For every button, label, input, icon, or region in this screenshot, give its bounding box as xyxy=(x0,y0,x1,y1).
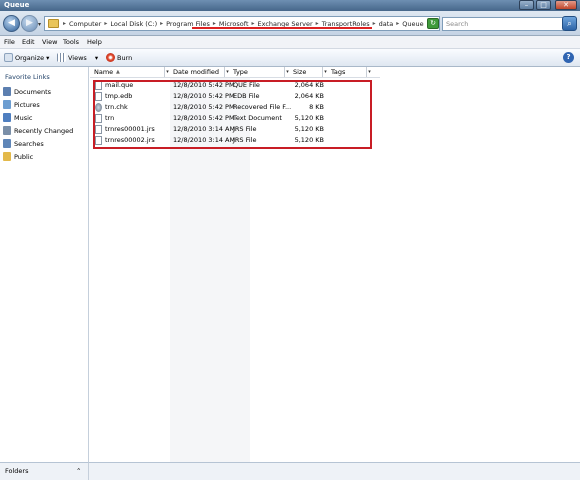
search-input[interactable]: Search xyxy=(442,17,564,31)
column-headers: Name ▲ ▾ Date modified ▾ Type ▾ Size ▾ T… xyxy=(90,67,380,78)
breadcrumb-item[interactable]: Local Disk (C:) xyxy=(110,20,157,28)
sidebar-item-label: Music xyxy=(14,113,33,122)
public-folder-icon xyxy=(3,152,11,161)
sidebar-item[interactable]: Documents xyxy=(3,87,51,96)
views-dropdown-icon: ▾ xyxy=(94,53,99,62)
sort-ascending-icon: ▲ xyxy=(116,69,120,75)
folders-expand-icon: ⌃ xyxy=(76,467,82,475)
column-header-name[interactable]: Name xyxy=(94,68,113,76)
search-icon: ⌕ xyxy=(567,19,572,28)
breadcrumb-item[interactable]: Queue xyxy=(402,20,423,28)
breadcrumb-separator-icon[interactable]: ▸ xyxy=(160,20,163,28)
sidebar-item-label: Pictures xyxy=(14,100,40,109)
folder-icon xyxy=(48,19,59,28)
breadcrumb-item[interactable]: data xyxy=(379,20,394,28)
views-icon xyxy=(57,53,66,62)
column-header-tags[interactable]: Tags xyxy=(331,68,345,76)
breadcrumb-separator-icon[interactable]: ▸ xyxy=(104,20,107,28)
window-title: Queue xyxy=(4,1,30,9)
minimize-button[interactable]: – xyxy=(519,0,534,10)
maximize-button[interactable]: □ xyxy=(536,0,551,10)
documents-icon xyxy=(3,87,11,96)
searches-icon xyxy=(3,139,11,148)
path-highlight-underline xyxy=(192,27,372,29)
recent-icon xyxy=(3,126,11,135)
sidebar-item[interactable]: Searches xyxy=(3,139,44,148)
menu-bar: File Edit View Tools Help xyxy=(0,36,580,49)
favorite-links-heading: Favorite Links xyxy=(5,73,50,81)
breadcrumb-separator-icon[interactable]: ▸ xyxy=(373,20,376,28)
folders-bar[interactable]: Folders ⌃ xyxy=(0,462,89,480)
menu-view[interactable]: View xyxy=(42,38,57,46)
sidebar-item[interactable]: Music xyxy=(3,113,33,122)
breadcrumb-separator-icon[interactable]: ▸ xyxy=(63,20,66,28)
date-column-dropdown-icon[interactable]: ▾ xyxy=(224,67,230,77)
music-icon xyxy=(3,113,11,122)
breadcrumb-item[interactable]: Computer xyxy=(69,20,101,28)
organize-icon xyxy=(4,53,13,62)
title-bar: Queue – □ ✕ xyxy=(0,0,580,11)
type-column-dropdown-icon[interactable]: ▾ xyxy=(284,67,290,77)
sidebar-item-label: Public xyxy=(14,152,34,161)
help-icon[interactable]: ? xyxy=(563,52,574,63)
folders-label: Folders xyxy=(5,467,29,475)
close-button[interactable]: ✕ xyxy=(555,0,577,10)
burn-disc-icon xyxy=(106,53,115,62)
menu-file[interactable]: File xyxy=(4,38,15,46)
recent-pages-dropdown-icon[interactable]: ▾ xyxy=(38,21,41,28)
refresh-button[interactable]: ↻ xyxy=(427,18,439,29)
organize-label: Organize xyxy=(15,53,45,62)
details-pane xyxy=(89,462,580,480)
pictures-icon xyxy=(3,100,11,109)
highlight-box xyxy=(93,80,372,149)
name-column-dropdown-icon[interactable]: ▾ xyxy=(164,67,170,77)
size-column-dropdown-icon[interactable]: ▾ xyxy=(322,67,328,77)
column-header-type[interactable]: Type xyxy=(233,68,248,76)
tags-column-dropdown-icon[interactable]: ▾ xyxy=(366,67,372,77)
sidebar-item-label: Recently Changed xyxy=(14,126,74,135)
column-header-date[interactable]: Date modified xyxy=(173,68,219,76)
sidebar-item[interactable]: Pictures xyxy=(3,100,40,109)
sidebar-item[interactable]: Public xyxy=(3,152,33,161)
sidebar-item[interactable]: Recently Changed xyxy=(3,126,73,135)
navigation-pane: Favorite Links Documents Pictures Music Rec… xyxy=(0,67,89,467)
search-button[interactable]: ⌕ xyxy=(562,16,577,31)
back-button[interactable]: ◀ xyxy=(3,15,20,32)
sidebar-item-label: Searches xyxy=(14,139,44,148)
menu-help[interactable]: Help xyxy=(87,38,102,46)
organize-dropdown-icon: ▾ xyxy=(46,53,50,62)
breadcrumb-separator-icon[interactable]: ▸ xyxy=(396,20,399,28)
menu-edit[interactable]: Edit xyxy=(22,38,35,46)
forward-button[interactable]: ▶ xyxy=(21,15,38,32)
menu-tools[interactable]: Tools xyxy=(63,38,79,46)
views-label: Views xyxy=(68,53,87,62)
command-bar: Organize ▾ Views ▾ Burn ? xyxy=(0,49,580,67)
burn-button[interactable]: Burn xyxy=(106,53,132,62)
organize-button[interactable]: Organize ▾ xyxy=(4,53,49,62)
address-row: ◀ ▶ ▾ ▸ Computer ▸ Local Disk (C:) ▸ Program … xyxy=(0,11,580,36)
column-header-size[interactable]: Size xyxy=(293,68,306,76)
views-button[interactable]: Views ▾ xyxy=(57,53,98,62)
sidebar-item-label: Documents xyxy=(14,87,52,96)
burn-label: Burn xyxy=(117,53,133,62)
